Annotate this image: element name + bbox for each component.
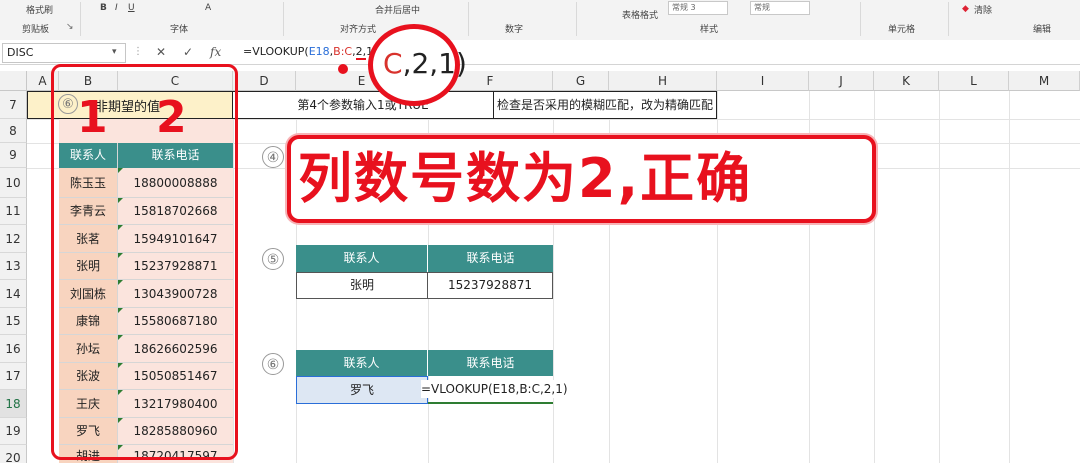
formula-bar-grip-icon: ⋮ xyxy=(133,46,143,57)
header-contact: 联系人 xyxy=(296,350,428,376)
ribbon-separator xyxy=(468,2,469,36)
lookup-name-cell[interactable]: 罗飞 xyxy=(296,376,428,404)
clipboard-group-label: 剪贴板 xyxy=(22,25,50,35)
column-header-g[interactable]: G xyxy=(553,71,609,91)
enter-icon[interactable]: ✓ xyxy=(183,43,193,61)
zoom-lens-text: C,2,1) xyxy=(383,47,467,81)
row-header-7[interactable]: 7 xyxy=(0,91,27,119)
style-normal-cell[interactable]: 常规 xyxy=(750,1,810,15)
underline-icon[interactable]: U xyxy=(128,3,135,13)
bold-icon[interactable]: B xyxy=(100,3,107,13)
edit-group-label: 编辑 xyxy=(1033,25,1052,35)
row-header-16[interactable]: 16 xyxy=(0,335,27,363)
zoom-rest: ,2,1) xyxy=(402,47,467,80)
note-exact-match: 检查是否采用的模糊匹配，改为精确匹配 xyxy=(494,91,717,119)
column-number-1: 1 xyxy=(77,92,108,143)
number-group-label: 数字 xyxy=(505,25,524,35)
formula-prefix: =VLOOKUP( xyxy=(243,45,309,58)
ribbon-separator xyxy=(948,2,949,36)
step-6-marker: ⑥ xyxy=(262,353,284,375)
row-header-18[interactable]: 18 xyxy=(0,390,27,418)
callout-text: 列数号数为2,正确 xyxy=(298,147,753,210)
row-header-9[interactable]: 9 xyxy=(0,143,27,168)
zoom-ref-c: C xyxy=(383,47,403,80)
zoom-connector-line xyxy=(356,58,366,60)
insert-function-icon[interactable]: fx xyxy=(210,43,221,61)
active-cell-underline xyxy=(428,402,553,404)
table-format-button[interactable]: 表格格式 xyxy=(622,8,658,21)
row-header-15[interactable]: 15 xyxy=(0,308,27,335)
style-normal3-cell[interactable]: 常规 3 xyxy=(668,1,728,15)
formula-ref-bc: B:C xyxy=(333,45,353,58)
step-4-marker: ④ xyxy=(262,146,284,168)
name-box-dropdown-icon[interactable]: ▾ xyxy=(112,43,117,61)
name-box[interactable]: DISC xyxy=(2,43,126,63)
styles-group-label: 样式 xyxy=(700,25,719,35)
header-contact: 联系人 xyxy=(296,245,428,272)
row-header-17[interactable]: 17 xyxy=(0,363,27,390)
column-header-k[interactable]: K xyxy=(874,71,939,91)
row-header-13[interactable]: 13 xyxy=(0,253,27,280)
font-group-label: 字体 xyxy=(170,25,189,35)
clear-button[interactable]: 清除 xyxy=(974,3,992,16)
header-phone: 联系电话 xyxy=(428,350,553,376)
lookup-name-cell[interactable]: 张明 xyxy=(296,272,428,299)
select-all-corner[interactable] xyxy=(0,71,27,91)
row-header-14[interactable]: 14 xyxy=(0,280,27,308)
gridline xyxy=(939,91,940,463)
ribbon-separator xyxy=(860,2,861,36)
step-5-marker: ⑤ xyxy=(262,248,284,270)
row-header-10[interactable]: 10 xyxy=(0,168,27,198)
eraser-icon[interactable]: ◆ xyxy=(962,4,969,14)
ribbon xyxy=(0,0,1080,41)
column-header-m[interactable]: M xyxy=(1009,71,1080,91)
lookup-result-cell[interactable]: 15237928871 xyxy=(427,272,553,299)
row-header-19[interactable]: 19 xyxy=(0,418,27,445)
column-header-d[interactable]: D xyxy=(233,71,296,91)
format-painter-button[interactable]: 格式刷 xyxy=(26,3,53,16)
column-header-i[interactable]: I xyxy=(717,71,809,91)
ribbon-separator xyxy=(576,2,577,36)
row-header-8[interactable]: 8 xyxy=(0,119,27,143)
row-header-20[interactable]: 20 xyxy=(0,445,27,465)
row-header-11[interactable]: 11 xyxy=(0,198,27,225)
font-color-icon[interactable]: A xyxy=(205,3,211,13)
note-4th-param: 第4个参数输入1或TRUE xyxy=(233,91,494,119)
column-number-2: 2 xyxy=(156,92,187,143)
merge-center-button[interactable]: 合并后居中 xyxy=(375,3,420,16)
column-header-l[interactable]: L xyxy=(939,71,1009,91)
column-header-h[interactable]: H xyxy=(609,71,717,91)
cells-group-label: 单元格 xyxy=(888,25,916,35)
alignment-group-label: 对齐方式 xyxy=(340,25,377,35)
header-phone: 联系电话 xyxy=(428,245,553,272)
row-header-12[interactable]: 12 xyxy=(0,225,27,253)
formula-ref-e18: E18 xyxy=(308,45,330,58)
zoom-anchor-dot xyxy=(338,64,348,74)
ribbon-separator xyxy=(80,2,81,36)
cancel-icon[interactable]: ✕ xyxy=(156,43,166,61)
gridline xyxy=(1009,91,1010,463)
ribbon-separator xyxy=(283,2,284,36)
active-cell-formula[interactable]: =VLOOKUP(E18,B:C,2,1) xyxy=(421,380,570,398)
italic-icon[interactable]: I xyxy=(115,3,118,13)
dialog-launcher-icon[interactable]: ↘ xyxy=(66,22,74,32)
column-header-j[interactable]: J xyxy=(809,71,874,91)
